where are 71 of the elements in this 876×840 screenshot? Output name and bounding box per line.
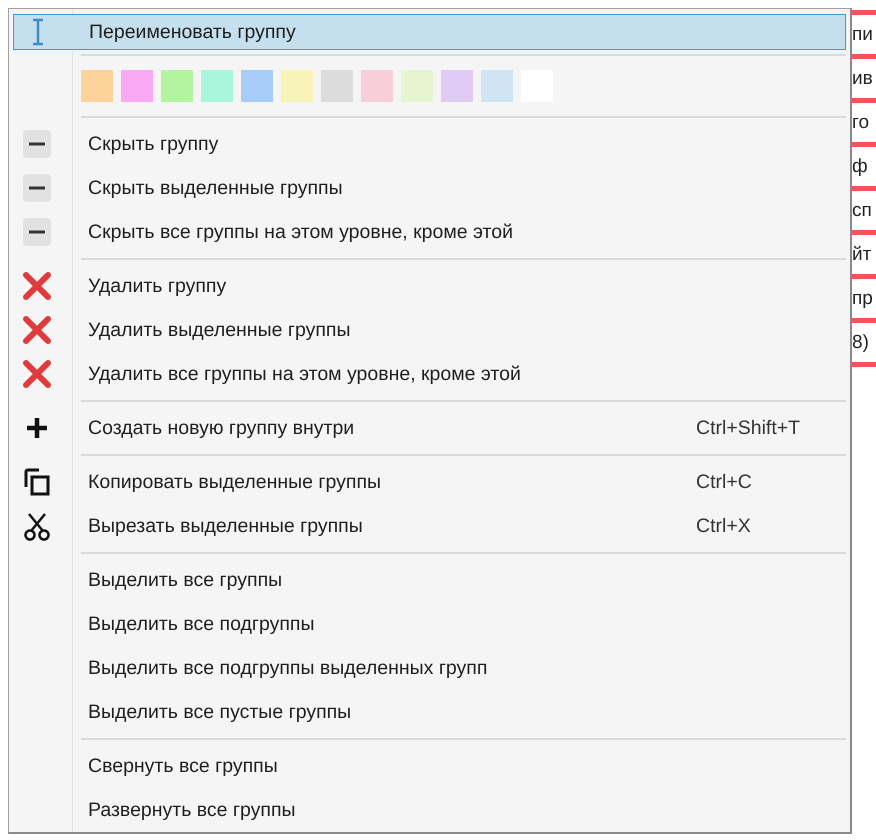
menu-item[interactable]: Скрыть группу [9,122,846,166]
menu-item[interactable]: Удалить группу [9,264,846,308]
color-swatch[interactable] [441,70,473,102]
menu-item-label: Создать новую группу внутри [87,416,356,440]
menu-item-label: Выделить все подгруппы выделенных групп [87,656,488,680]
menu-item-label: Скрыть выделенные группы [87,176,344,200]
menu-item[interactable]: Удалить выделенные группы [9,308,846,352]
underline-mark [850,186,876,191]
menu-item[interactable]: Скрыть все группы на этом уровне, кроме этой [9,210,846,254]
menu-item-label: Развернуть все группы [87,798,297,822]
menu-item[interactable]: Скрыть выделенные группы [9,166,846,210]
scissors-icon [22,511,52,541]
menu-item[interactable]: Выделить все подгруппы [9,602,846,646]
color-swatch[interactable] [121,70,153,102]
menu-item-label: Выделить все группы [87,568,284,592]
menu-item[interactable]: Свернуть все группы [9,744,846,788]
minus-icon [22,217,52,247]
color-swatch[interactable] [321,70,353,102]
close-icon [22,271,52,301]
underline-mark [850,10,876,15]
menu-item-label: Копировать выделенные группы [87,470,382,494]
menu-item[interactable]: Выделить все пустые группы [9,690,846,734]
shortcut-text: Ctrl+X [696,514,752,538]
menu-item[interactable]: Выделить все группы [9,558,846,602]
minus-icon [22,173,52,203]
copy-icon [22,467,52,497]
menu-item[interactable]: Удалить все группы на этом уровне, кроме этой [9,352,846,396]
color-swatch[interactable] [361,70,393,102]
menu-item[interactable]: Переименовать группу [13,14,846,50]
menu-item[interactable]: Создать новую группу внутри Ctrl+Shift+T [9,406,846,450]
color-swatch[interactable] [401,70,433,102]
menu-item-label: Скрыть все группы на этом уровне, кроме этой [87,220,514,244]
color-swatch[interactable] [481,70,513,102]
background-text: 8) [851,330,870,354]
color-swatch[interactable] [161,70,193,102]
close-icon [22,359,52,389]
menu-item-label: Свернуть все группы [87,754,279,778]
underline-mark [850,54,876,59]
color-swatch[interactable] [81,70,113,102]
background-text: сп [851,198,873,222]
menu-item-label: Скрыть группу [87,132,220,156]
background-text: го [851,110,870,134]
menu-item[interactable]: Развернуть все группы [9,788,846,832]
underline-mark [850,274,876,279]
shortcut-text: Ctrl+C [696,470,753,494]
background-text: пр [851,286,874,310]
color-swatch[interactable] [241,70,273,102]
minus-icon [22,129,52,159]
underline-mark [850,230,876,235]
underline-mark [850,142,876,147]
underline-mark [850,362,876,367]
menu-item[interactable]: Выделить все подгруппы выделенных групп [9,646,846,690]
menu-item-label: Переименовать группу [88,20,297,44]
menu-item-label: Вырезать выделенные группы [87,514,364,538]
color-swatch[interactable] [201,70,233,102]
menu-item-label: Удалить выделенные группы [87,318,352,342]
shortcut-text: Ctrl+Shift+T [696,416,802,440]
color-swatch[interactable] [281,70,313,102]
background-text: пи [851,22,874,46]
underline-mark [850,318,876,323]
menu-item-label: Удалить все группы на этом уровне, кроме этой [87,362,522,386]
background-text: ив [851,66,874,90]
menu-item-label: Удалить группу [87,274,228,298]
menu-item-label: Выделить все подгруппы [87,612,316,636]
underline-mark [850,98,876,103]
menu-item[interactable]: Вырезать выделенные группы Ctrl+X [9,504,846,548]
background-text: ф [851,154,869,178]
close-icon [22,315,52,345]
menu-item-label: Выделить все пустые группы [87,700,352,724]
background-text: йт [851,242,872,266]
menu-item[interactable]: Копировать выделенные группы Ctrl+C [9,460,846,504]
